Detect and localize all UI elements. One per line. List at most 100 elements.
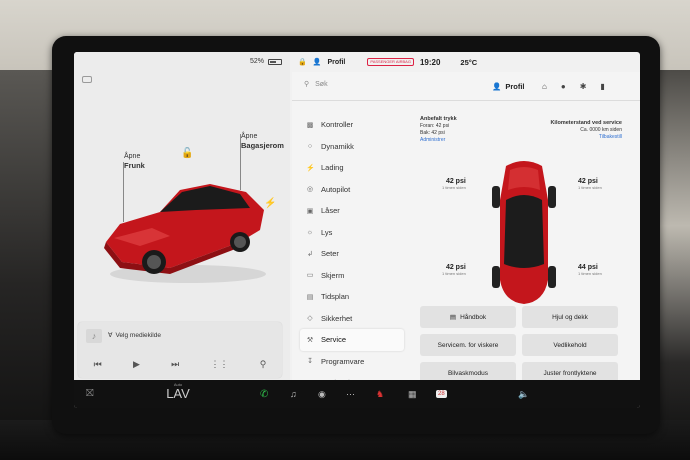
- media-source-selector[interactable]: ∀ Velg mediekilde: [108, 331, 161, 340]
- menu-item-label: Lading: [321, 163, 344, 173]
- manual-button[interactable]: ▤ Håndbok: [420, 306, 516, 328]
- media-controls: ⏮ ▶ ⏭ ⋮⋮ ⚲: [78, 352, 282, 376]
- menu-item-service[interactable]: ⚒ Service: [300, 329, 404, 351]
- bluetooth-icon: ∀: [108, 332, 113, 339]
- download-icon: ↧: [307, 358, 313, 366]
- car-wash-label: Bilvaskmodus: [447, 369, 489, 377]
- reset-link[interactable]: Tilbakestill: [542, 134, 622, 141]
- maintenance-label: Vedlikehold: [553, 341, 587, 349]
- phone-icon[interactable]: ✆: [260, 389, 268, 400]
- menu-item-tidsplan[interactable]: ▤ Tidsplan: [300, 286, 404, 308]
- wheels-tires-button[interactable]: Hjul og dekk: [522, 306, 618, 328]
- tire-pressure-front-left: 42 psi 1 timen siden: [442, 178, 466, 190]
- menu-item-seter[interactable]: ↲ Seter: [300, 243, 404, 265]
- bell-icon[interactable]: ●: [561, 82, 566, 91]
- wiper-service-button[interactable]: Servicem. for viskere: [420, 334, 516, 356]
- menu-item-label: Dynamikk: [321, 141, 354, 151]
- volume-icon[interactable]: 🔈: [518, 389, 529, 400]
- frunk-open-button[interactable]: Åpne Frunk: [124, 152, 145, 170]
- trunk-name: Bagasjerom: [241, 141, 284, 150]
- bolt-icon: ⚡: [306, 164, 315, 172]
- lock-icon[interactable]: 🔓: [181, 148, 193, 159]
- menu-item-label: Lys: [321, 227, 333, 237]
- search-icon[interactable]: ⚲: [260, 359, 267, 370]
- top-status-bar: 🔒 👤 Profil PASSENGER AIRBAG 19:20 25°C: [298, 56, 477, 68]
- trunk-open-button[interactable]: Åpne Bagasjerom: [241, 132, 284, 150]
- psi-note: 1 timen siden: [578, 185, 602, 190]
- menu-item-label: Programvare: [321, 356, 365, 366]
- touchscreen: 52% Åpne Frunk Åpne Bagasjerom 🔓 ⚡ ♪ ∀ V…: [74, 52, 640, 408]
- menu-item-label: Låser: [321, 206, 340, 216]
- search-placeholder: Søk: [315, 80, 328, 88]
- tire-pressure-rear-left: 42 psi 1 timen siden: [442, 264, 466, 276]
- search-input[interactable]: ⚲ Søk: [304, 80, 328, 89]
- psi-note: 1 timen siden: [442, 271, 466, 276]
- menu-item-autopilot[interactable]: ◎ Autopilot: [300, 179, 404, 201]
- garage-icon[interactable]: ⌂: [542, 82, 547, 91]
- equalizer-icon[interactable]: ⋮⋮: [211, 359, 229, 370]
- lock-icon: ▣: [306, 207, 314, 215]
- wiper-label: Servicem. for viskere: [437, 341, 499, 349]
- music-note-icon: ♪: [86, 329, 102, 343]
- music-icon[interactable]: ♫: [290, 389, 297, 399]
- bottom-dock: ⛝ Auto LAV ✆ ♫ ◉ ⋯ ♞ ▦ 28 🔈: [74, 380, 640, 408]
- menu-item-skjerm[interactable]: ▭ Skjerm: [300, 265, 404, 287]
- psi-value: 42 psi: [445, 264, 466, 271]
- menu-item-kontroller[interactable]: ▩ Kontroller: [300, 114, 404, 136]
- previous-track-icon[interactable]: ⏮: [94, 359, 102, 370]
- settings-panel: ⚲ Søk 👤 Profil ⌂ ● ✱ ▮ ▩ Kontroller ○ Dynam…: [292, 72, 640, 387]
- next-track-icon[interactable]: ⏭: [171, 359, 179, 370]
- menu-item-label: Autopilot: [321, 184, 351, 194]
- search-icon: ⚲: [304, 81, 310, 88]
- bluetooth-icon[interactable]: ✱: [580, 82, 587, 91]
- toybox-icon[interactable]: ♞: [376, 389, 384, 400]
- battery-percent: 52%: [249, 58, 264, 65]
- clock: 19:20: [419, 57, 441, 67]
- menu-item-dynamikk[interactable]: ○ Dynamikk: [300, 136, 404, 158]
- tire-info-title: Anbefalt trykk: [420, 116, 457, 122]
- menu-item-lading[interactable]: ⚡ Lading: [300, 157, 404, 179]
- menu-item-label: Kontroller: [321, 120, 354, 130]
- profile-button[interactable]: 👤 Profil: [492, 82, 525, 91]
- car-3d-image: [104, 184, 266, 283]
- wrench-icon: ⚒: [306, 336, 314, 344]
- play-icon[interactable]: ▶: [133, 359, 140, 370]
- menu-item-sikkerhet[interactable]: ◇ Sikkerhet: [300, 308, 404, 330]
- menu-item-låser[interactable]: ▣ Låser: [300, 200, 404, 222]
- car-icon[interactable]: ⛝: [86, 388, 94, 399]
- tire-info-front: Foran: 42 psi: [420, 123, 450, 129]
- calendar-icon[interactable]: 28: [436, 390, 447, 398]
- profile-icon[interactable]: 👤: [313, 58, 322, 66]
- header-icons: ⌂ ● ✱ ▮: [542, 82, 605, 91]
- psi-note: 1 timen siden: [578, 271, 602, 276]
- headlight-icon[interactable]: [82, 76, 92, 83]
- energy-icon[interactable]: ▦: [408, 389, 417, 400]
- outside-temperature: 25°C: [460, 57, 478, 67]
- toggle-icon: ▩: [306, 121, 314, 129]
- car-icon: ○: [307, 142, 313, 150]
- seat-icon: ↲: [307, 250, 313, 258]
- manage-link[interactable]: Administrer: [420, 137, 457, 144]
- car-status-panel: 52% Åpne Frunk Åpne Bagasjerom 🔓 ⚡ ♪ ∀ V…: [74, 52, 290, 380]
- top-profile-label[interactable]: Profil: [327, 59, 345, 66]
- more-apps-icon[interactable]: ⋯: [346, 389, 355, 400]
- display-icon: ▭: [306, 272, 314, 280]
- maintenance-button[interactable]: Vedlikehold: [522, 334, 618, 356]
- battery-status: 52%: [250, 58, 282, 65]
- tire-pressure-front-right: 42 psi 1 timen siden: [578, 178, 602, 190]
- steering-wheel-icon: ◎: [306, 186, 314, 194]
- camera-icon[interactable]: ◉: [318, 389, 326, 400]
- media-source-label: Velg mediekilde: [115, 331, 161, 339]
- menu-item-lys[interactable]: ☼ Lys: [300, 222, 404, 244]
- climate-control[interactable]: Auto LAV: [158, 382, 198, 401]
- menu-item-label: Skjerm: [321, 270, 345, 280]
- lock-status-icon[interactable]: 🔒: [298, 58, 307, 66]
- manual-label: Håndbok: [460, 313, 487, 321]
- bulb-icon: ☼: [306, 228, 314, 236]
- passenger-airbag-indicator: PASSENGER AIRBAG: [367, 58, 414, 66]
- menu-item-programvare[interactable]: ↧ Programvare: [300, 351, 404, 373]
- psi-note: 1 timen siden: [442, 185, 466, 190]
- service-odometer-info: Kilometerstand ved service Ca. 0000 km s…: [542, 120, 622, 141]
- signal-icon[interactable]: ▮: [600, 82, 604, 91]
- psi-value: 42 psi: [578, 178, 598, 185]
